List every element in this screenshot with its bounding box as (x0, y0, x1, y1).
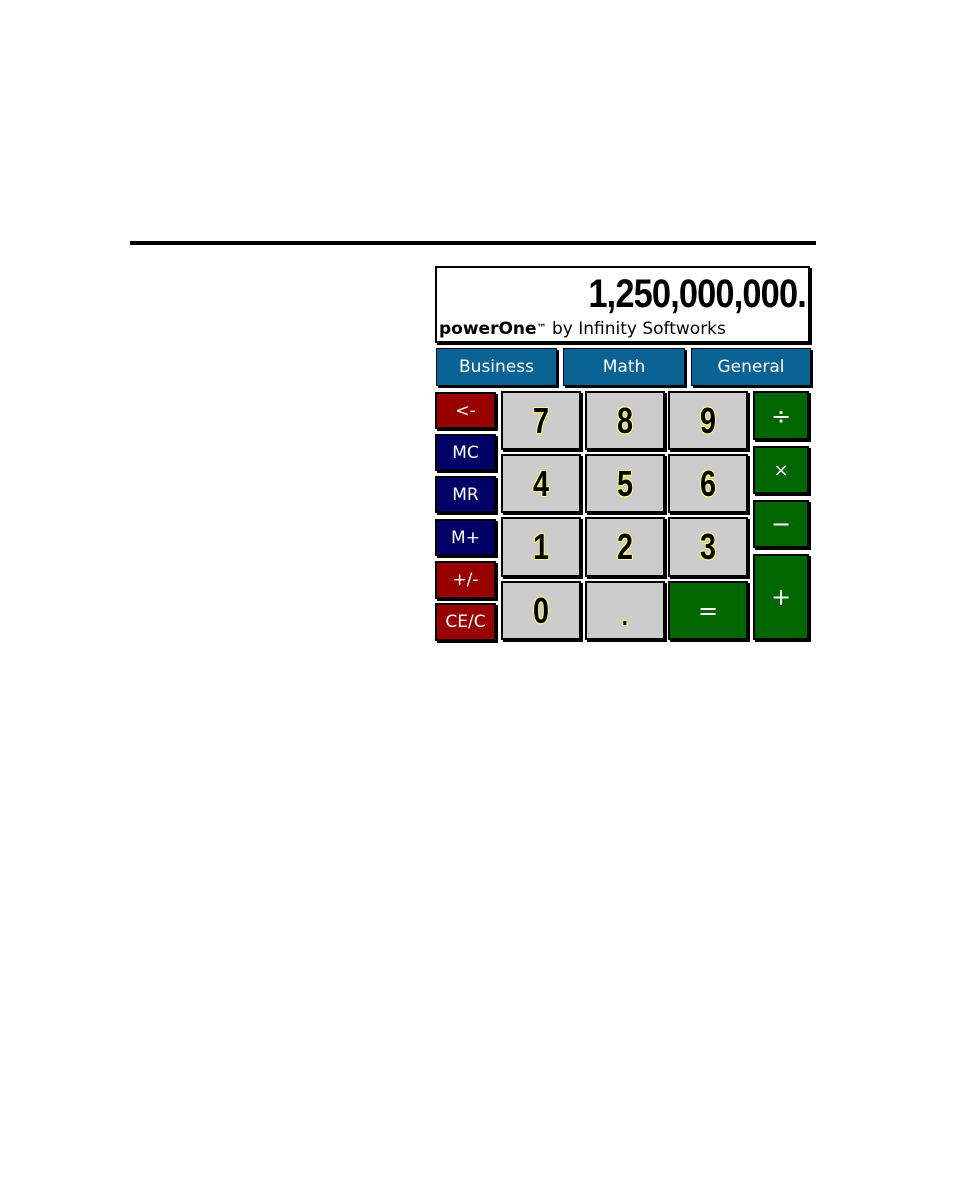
key-9-label: 9 (699, 399, 717, 441)
brand-line: powerOne™ by Infinity Softworks (439, 319, 726, 339)
key-3[interactable]: 3 (668, 517, 748, 577)
calculator-display: 1,250,000,000. powerOne™ by Infinity Sof… (435, 266, 810, 343)
tab-math[interactable]: Math (563, 348, 685, 386)
backspace-button[interactable]: <- (435, 392, 496, 429)
key-0-label: 0 (532, 589, 550, 631)
key-7[interactable]: 7 (501, 391, 581, 450)
subtract-button[interactable]: − (753, 500, 809, 548)
key-8[interactable]: 8 (585, 391, 665, 450)
key-2[interactable]: 2 (585, 517, 665, 577)
brand-name: powerOne (439, 319, 537, 339)
tab-business[interactable]: Business (436, 348, 557, 386)
decimal-key-label: . (621, 599, 629, 631)
plus-icon: + (770, 583, 792, 611)
key-0[interactable]: 0 (501, 581, 581, 640)
memory-add-button[interactable]: M+ (435, 519, 496, 556)
sign-toggle-button[interactable]: +/- (435, 561, 496, 599)
horizontal-rule (130, 241, 816, 245)
multiply-button[interactable]: × (753, 446, 809, 494)
key-7-label: 7 (532, 399, 550, 441)
key-5-label: 5 (616, 462, 634, 504)
key-9[interactable]: 9 (668, 391, 748, 450)
equals-button[interactable]: = (668, 581, 748, 640)
key-2-label: 2 (616, 526, 634, 567)
minus-icon: − (770, 510, 792, 538)
key-3-label: 3 (699, 526, 717, 567)
multiply-icon: × (773, 459, 789, 481)
key-5[interactable]: 5 (585, 454, 665, 513)
key-6[interactable]: 6 (668, 454, 748, 513)
key-8-label: 8 (616, 399, 634, 441)
display-value: 1,250,000,000. (588, 272, 806, 316)
brand-byline: by Infinity Softworks (551, 319, 726, 339)
divide-icon: ÷ (770, 401, 792, 430)
equals-icon: = (697, 596, 719, 625)
decimal-key[interactable]: . (585, 581, 665, 640)
tab-general[interactable]: General (691, 348, 811, 386)
key-1-label: 1 (532, 526, 550, 567)
key-4[interactable]: 4 (501, 454, 581, 513)
trademark-symbol: ™ (536, 323, 547, 334)
add-button[interactable]: + (753, 554, 809, 640)
key-6-label: 6 (699, 462, 717, 504)
clear-entry-button[interactable]: CE/C (435, 603, 496, 641)
key-4-label: 4 (532, 462, 550, 504)
key-1[interactable]: 1 (501, 517, 581, 577)
divide-button[interactable]: ÷ (753, 391, 809, 440)
memory-recall-button[interactable]: MR (435, 476, 496, 513)
memory-clear-button[interactable]: MC (435, 434, 496, 471)
